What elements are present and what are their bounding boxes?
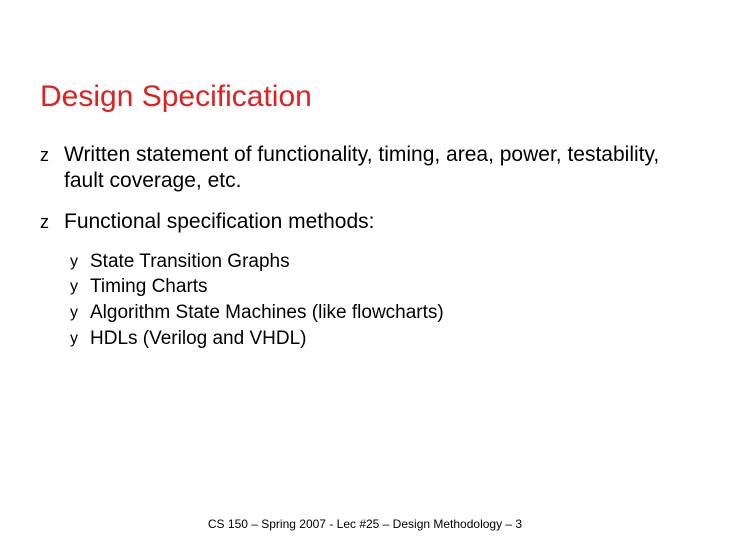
sub-bullet-list: y State Transition Graphs y Timing Chart… [70,249,690,352]
slide-footer: CS 150 – Spring 2007 - Lec #25 – Design … [0,517,730,531]
sub-bullet-text: State Transition Graphs [90,249,290,275]
bullet-item: z Written statement of functionality, ti… [40,142,690,195]
bullet-text: Written statement of functionality, timi… [64,142,690,195]
sub-bullet-marker: y [70,328,90,350]
sub-bullet-text: HDLs (Verilog and VHDL) [90,326,306,352]
sub-bullet-marker: y [70,302,90,324]
bullet-marker: z [40,144,64,167]
bullet-text: Functional specification methods: [64,209,690,235]
sub-bullet-item: y State Transition Graphs [70,249,690,275]
sub-bullet-marker: y [70,251,90,273]
sub-bullet-marker: y [70,276,90,298]
slide: Design Specification z Written statement… [0,0,730,351]
sub-bullet-item: y HDLs (Verilog and VHDL) [70,326,690,352]
bullet-marker: z [40,211,64,234]
sub-bullet-item: y Algorithm State Machines (like flowcha… [70,300,690,326]
sub-bullet-item: y Timing Charts [70,274,690,300]
sub-bullet-text: Algorithm State Machines (like flowchart… [90,300,444,326]
slide-title: Design Specification [40,80,690,114]
sub-bullet-text: Timing Charts [90,274,208,300]
bullet-item: z Functional specification methods: [40,209,690,235]
